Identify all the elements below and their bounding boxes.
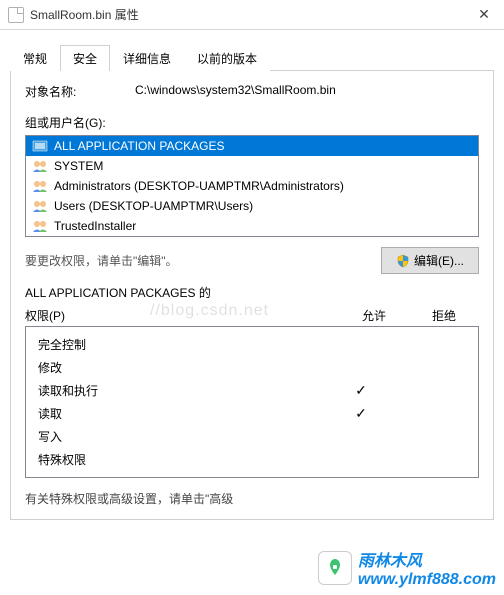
edit-hint: 要更改权限，请单击"编辑"。 (25, 252, 373, 269)
watermark: 雨林木风 www.ylmf888.com (318, 547, 496, 589)
group-name: SYSTEM (54, 159, 103, 173)
object-name-label: 对象名称: (25, 83, 135, 100)
window-title: SmallRoom.bin 属性 (30, 6, 464, 23)
close-icon[interactable]: ✕ (464, 0, 504, 30)
permission-row: 特殊权限 (30, 448, 474, 471)
permission-name: 写入 (38, 428, 326, 445)
tab-security[interactable]: 安全 (60, 45, 110, 71)
permission-allow: ✓ (326, 382, 396, 399)
group-name: TrustedInstaller (54, 219, 136, 233)
advanced-hint: 有关特殊权限或高级设置，请单击"高级 (25, 490, 479, 507)
groups-label: 组或用户名(G): (25, 114, 479, 131)
users-icon (32, 219, 48, 233)
permission-name: 读取 (38, 405, 326, 422)
watermark-url: www.ylmf888.com (358, 571, 496, 588)
perm-header-perm: 权限(P) (25, 307, 339, 324)
object-name-value: C:\windows\system32\SmallRoom.bin (135, 83, 479, 100)
watermark-text: 雨林木风 (358, 553, 422, 570)
users-icon (32, 199, 48, 213)
permissions-listbox: 完全控制修改读取和执行✓读取✓写入特殊权限 (25, 326, 479, 478)
file-icon (8, 7, 24, 23)
group-row[interactable]: Administrators (DESKTOP-UAMPTMR\Administ… (26, 176, 478, 196)
security-panel: 对象名称: C:\windows\system32\SmallRoom.bin … (10, 71, 494, 520)
group-name: Administrators (DESKTOP-UAMPTMR\Administ… (54, 179, 344, 193)
groups-listbox[interactable]: ALL APPLICATION PACKAGES SYSTEM Administra… (25, 135, 479, 237)
users-icon (32, 159, 48, 173)
permission-row: 完全控制 (30, 333, 474, 356)
tab-general[interactable]: 常规 (10, 45, 60, 71)
group-name: Users (DESKTOP-UAMPTMR\Users) (54, 199, 253, 213)
group-row[interactable]: TrustedInstaller (26, 216, 478, 236)
permission-name: 完全控制 (38, 336, 326, 353)
permission-row: 读取✓ (30, 402, 474, 425)
tab-details[interactable]: 详细信息 (110, 45, 184, 71)
watermark-logo-icon (318, 551, 352, 585)
permission-allow: ✓ (326, 405, 396, 422)
group-row[interactable]: SYSTEM (26, 156, 478, 176)
users-icon (32, 179, 48, 193)
permission-row: 写入 (30, 425, 474, 448)
perm-header-for: ALL APPLICATION PACKAGES 的 (25, 284, 479, 301)
perm-header-allow: 允许 (339, 307, 409, 324)
shield-icon (396, 254, 410, 268)
edit-button[interactable]: 编辑(E)... (381, 247, 479, 274)
permission-name: 特殊权限 (38, 451, 326, 468)
perm-header-deny: 拒绝 (409, 307, 479, 324)
group-row[interactable]: ALL APPLICATION PACKAGES (26, 136, 478, 156)
permission-row: 读取和执行✓ (30, 379, 474, 402)
permission-name: 读取和执行 (38, 382, 326, 399)
group-name: ALL APPLICATION PACKAGES (54, 139, 225, 153)
tab-previous[interactable]: 以前的版本 (184, 45, 270, 71)
permission-row: 修改 (30, 356, 474, 379)
package-icon (32, 139, 48, 153)
tab-strip: 常规 安全 详细信息 以前的版本 (10, 44, 494, 71)
edit-button-label: 编辑(E)... (414, 252, 464, 269)
permission-name: 修改 (38, 359, 326, 376)
group-row[interactable]: Users (DESKTOP-UAMPTMR\Users) (26, 196, 478, 216)
